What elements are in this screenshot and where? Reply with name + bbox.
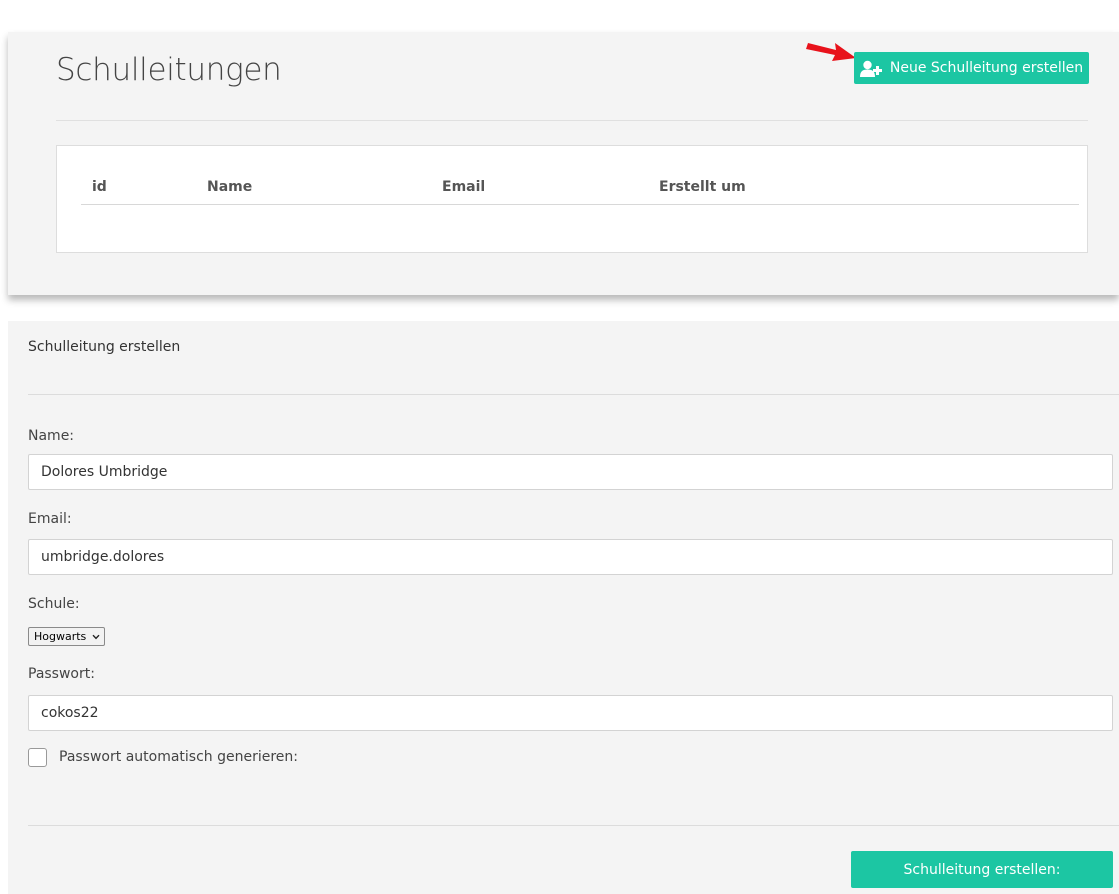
schulleitungen-table: id Name Email Erstellt um [56, 145, 1088, 253]
schulleitungen-panel: Schulleitungen Neue Schulleitung erstell… [8, 32, 1119, 295]
school-select[interactable]: Hogwarts [28, 627, 106, 646]
school-label: Schule: [28, 596, 80, 612]
email-input[interactable]: umbridge.dolores [28, 539, 1113, 575]
page-title: Schulleitungen [56, 52, 282, 88]
email-label: Email: [28, 511, 72, 527]
add-user-icon [859, 60, 882, 77]
column-header-erstellt-um[interactable]: Erstellt um [659, 179, 746, 195]
create-schulleitung-form: Schulleitung erstellen Name: Dolores Umb… [8, 321, 1119, 894]
auto-password-checkbox[interactable] [28, 748, 47, 767]
name-input[interactable]: Dolores Umbridge [28, 454, 1113, 490]
divider [56, 120, 1088, 121]
divider [28, 825, 1119, 826]
annotation-arrow-icon [806, 43, 856, 61]
column-header-email[interactable]: Email [442, 179, 485, 195]
submit-button[interactable]: Schulleitung erstellen: [851, 851, 1113, 888]
table-header-row: id Name Email Erstellt um [81, 176, 1079, 205]
chevron-down-icon [92, 634, 100, 639]
new-schulleitung-button-label: Neue Schulleitung erstellen [889, 60, 1084, 76]
column-header-id[interactable]: id [92, 179, 107, 195]
divider [28, 394, 1119, 395]
form-title: Schulleitung erstellen [28, 339, 181, 355]
name-label: Name: [28, 428, 75, 444]
auto-password-label: Passwort automatisch generieren: [59, 749, 299, 765]
password-input[interactable]: cokos22 [28, 695, 1113, 731]
password-label: Passwort: [28, 666, 95, 682]
new-schulleitung-button[interactable]: Neue Schulleitung erstellen [854, 52, 1089, 84]
column-header-name[interactable]: Name [207, 179, 252, 195]
school-select-value: Hogwarts [34, 630, 87, 643]
